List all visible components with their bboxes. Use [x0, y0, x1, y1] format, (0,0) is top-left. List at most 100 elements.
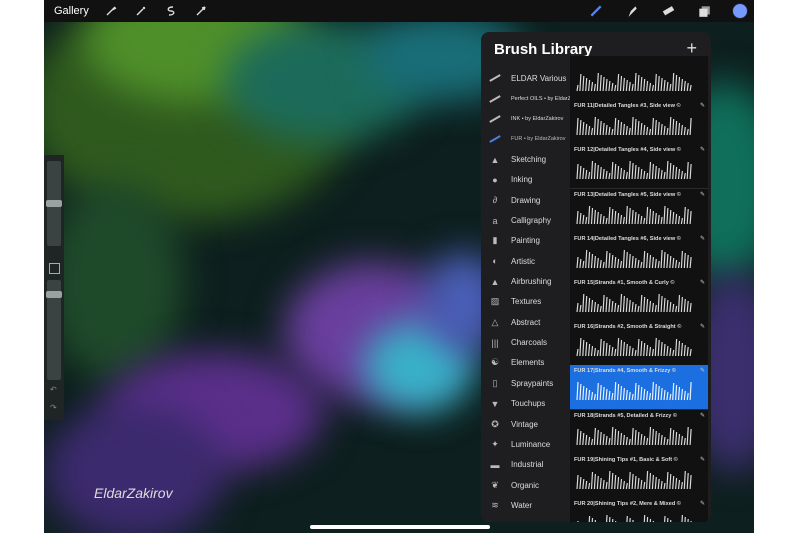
brush-name: FUR 11|Detailed Tangles #3, Side view ©	[574, 103, 681, 110]
brush-set-item[interactable]: ✪ Vintage	[481, 414, 569, 434]
brush-set-item[interactable]: ◐ Artistic	[481, 251, 569, 271]
brush-stroke-preview	[576, 426, 692, 445]
brush-set-item[interactable]: ∂ Drawing	[481, 190, 569, 210]
eraser-icon[interactable]	[660, 3, 676, 19]
brush-size-handle[interactable]	[46, 200, 62, 207]
brush-set-item[interactable]: ✦ Luminance	[481, 434, 569, 454]
brush-stroke-preview	[576, 470, 692, 489]
brush-set-label: FUR • by EldarZakirov	[511, 136, 566, 143]
brush-stroke-path	[576, 293, 692, 313]
brush-stroke-preview	[576, 382, 692, 401]
brush-set-item[interactable]: ||| Charcoals	[481, 332, 569, 352]
home-indicator[interactable]	[310, 525, 490, 529]
brush-set-item[interactable]: a Calligraphy	[481, 210, 569, 230]
brush-set-icon: ▮	[492, 235, 498, 246]
selection-icon[interactable]	[163, 3, 179, 19]
gallery-button[interactable]: Gallery	[54, 5, 89, 17]
brush-stroke-path	[576, 470, 692, 489]
brush-stroke-preview	[576, 72, 692, 92]
brush-set-item[interactable]: △ Abstract	[481, 312, 569, 332]
brush-item[interactable]: FUR 12|Detailed Tangles #4, Side view © ✎	[570, 144, 708, 190]
brush-name: FUR 16|Strands #2, Smooth & Straight ©	[574, 324, 682, 331]
redo-icon[interactable]: ↷	[50, 403, 57, 412]
magic-wand-icon[interactable]	[133, 3, 149, 19]
procreate-app: Gallery ↶ ↷ EldarZakirov Brush Library +…	[44, 0, 754, 533]
brush-edit-icon[interactable]: ✎	[700, 367, 705, 374]
smudge-icon[interactable]	[624, 3, 640, 19]
brush-set-item[interactable]: ❦ Organic	[481, 475, 569, 495]
brush-set-icon: ≋	[491, 499, 499, 510]
brush-stroke-preview	[576, 205, 692, 224]
brush-item[interactable]	[570, 56, 708, 101]
brush-name: FUR 14|Detailed Tangles #6, Side view ©	[574, 235, 681, 242]
color-picker-button[interactable]	[732, 3, 748, 19]
undo-icon[interactable]: ↶	[50, 385, 57, 394]
brush-set-icon: ❦	[491, 479, 499, 490]
brush-set-item[interactable]: ▲ Airbrushing	[481, 271, 569, 291]
layers-icon[interactable]	[696, 3, 712, 19]
brush-item[interactable]: FUR 17|Strands #4, Smooth & Frizzy © ✎	[570, 365, 708, 411]
brush-edit-icon[interactable]: ✎	[700, 235, 705, 242]
brush-set-item[interactable]: ▮ Painting	[481, 231, 569, 251]
brush-edit-icon[interactable]: ✎	[700, 323, 705, 330]
brush-set-label: Vintage	[511, 419, 538, 429]
brush-set-icon: ●	[492, 174, 498, 185]
wrench-icon[interactable]	[103, 3, 119, 19]
brush-set-label: Organic	[511, 480, 540, 490]
modify-button[interactable]	[49, 263, 60, 274]
brush-set-icon	[489, 135, 501, 144]
brush-item[interactable]: FUR 18|Strands #5, Detailed & Frizzy © ✎	[570, 409, 708, 455]
brush-set-item[interactable]: ▯ Spraypaints	[481, 373, 569, 393]
brush-set-item[interactable]: ▼ Touchups	[481, 394, 569, 414]
brush-edit-icon[interactable]: ✎	[700, 146, 705, 153]
brush-set-label: Sketching	[511, 155, 547, 165]
brush-set-label: Calligraphy	[511, 216, 552, 226]
brush-set-icon: ✪	[491, 418, 499, 429]
brush-set-icon	[489, 94, 501, 103]
brush-set-icon: ▲	[490, 276, 500, 287]
brush-set-label: Luminance	[511, 439, 551, 449]
brush-set-item[interactable]: INK • by EldarZakirov	[481, 109, 569, 129]
brush-set-label: Water	[511, 500, 533, 510]
brush-set-label: Drawing	[511, 195, 541, 205]
brush-set-item[interactable]: ELDAR Various	[481, 68, 569, 88]
brush-edit-icon[interactable]: ✎	[700, 279, 705, 286]
brush-item[interactable]: FUR 20|Shining Tips #2, Mere & Mixed © ✎	[570, 498, 708, 522]
brush-set-item[interactable]: ● Inking	[481, 170, 569, 190]
brush-name: FUR 19|Shining Tips #1, Basic & Soft ©	[574, 456, 678, 463]
brush-list: FUR 11|Detailed Tangles #3, Side view © ✎…	[570, 56, 711, 522]
brush-edit-icon[interactable]: ✎	[700, 456, 705, 463]
brush-item[interactable]: FUR 19|Shining Tips #1, Basic & Soft © ✎	[570, 453, 708, 499]
brush-stroke-path	[576, 382, 692, 401]
brush-stroke-preview	[576, 338, 692, 357]
brush-item[interactable]: FUR 15|Strands #1, Smooth & Curly © ✎	[570, 277, 708, 322]
brush-item[interactable]: FUR 11|Detailed Tangles #3, Side view © ✎	[570, 100, 708, 146]
brush-set-icon: △	[491, 316, 499, 327]
brush-set-icon: ☯	[490, 357, 500, 368]
opacity-handle[interactable]	[46, 291, 62, 298]
brush-set-item[interactable]: ≋ Water	[481, 495, 569, 515]
brush-edit-icon[interactable]: ✎	[700, 412, 705, 419]
top-toolbar: Gallery	[44, 0, 754, 22]
brush-set-icon: ▨	[490, 296, 500, 307]
brush-item[interactable]: FUR 16|Strands #2, Smooth & Straight © ✎	[570, 321, 708, 367]
brush-set-item[interactable]: ▲ Sketching	[481, 149, 569, 169]
brush-name: FUR 13|Detailed Tangles #5, Side view ©	[574, 191, 681, 198]
brush-set-label: Touchups	[511, 399, 546, 409]
brush-item[interactable]: FUR 13|Detailed Tangles #5, Side view © ✎	[570, 188, 708, 234]
brush-edit-icon[interactable]: ✎	[700, 500, 705, 507]
brush-set-item[interactable]: Perfect OILS • by EldarZakirov	[481, 88, 586, 108]
brush-set-label: Abstract	[511, 317, 541, 327]
brush-item[interactable]: FUR 14|Detailed Tangles #6, Side view © ✎	[570, 232, 708, 278]
brush-edit-icon[interactable]: ✎	[700, 102, 705, 109]
brush-edit-icon[interactable]: ✎	[700, 191, 705, 198]
brush-set-item[interactable]: ▨ Textures	[481, 292, 569, 312]
brush-set-item[interactable]: ▬ Industrial	[481, 455, 569, 475]
brush-set-label: Airbrushing	[511, 277, 552, 287]
brush-set-item[interactable]: FUR • by EldarZakirov	[481, 129, 569, 149]
brush-set-item[interactable]: ☯ Elements	[481, 353, 569, 373]
brush-set-icon: a	[492, 215, 498, 226]
transform-arrow-icon[interactable]	[193, 3, 209, 19]
brush-stroke-preview	[576, 293, 692, 313]
brush-icon[interactable]	[588, 3, 604, 19]
